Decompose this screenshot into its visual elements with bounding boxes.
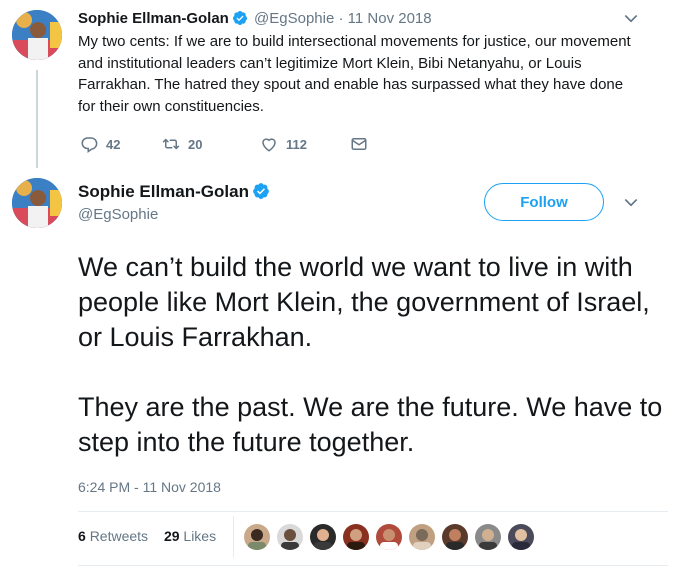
liker-avatar[interactable] [244, 524, 270, 550]
message-button[interactable] [350, 135, 376, 153]
like-icon [262, 138, 276, 152]
author-name-row: Sophie Ellman-Golan [78, 181, 272, 203]
like-count: 112 [286, 136, 307, 152]
reply-button[interactable]: 42 [80, 135, 120, 153]
tweet-stats: 6 Retweets 29 Likes [78, 528, 228, 544]
liker-avatar[interactable] [475, 524, 501, 550]
likes-stat[interactable]: 29 Likes [164, 528, 216, 544]
tweet-timestamp[interactable]: 6:24 PM - 11 Nov 2018 [78, 479, 221, 495]
liker-avatar[interactable] [277, 524, 303, 550]
like-button[interactable]: 112 [260, 135, 307, 153]
verified-icon [253, 183, 269, 199]
author-name[interactable]: Sophie Ellman-Golan [78, 10, 229, 27]
retweet-icon [162, 138, 180, 150]
liker-avatar[interactable] [442, 524, 468, 550]
avatar[interactable] [12, 10, 62, 60]
retweet-button[interactable]: 20 [162, 135, 202, 153]
tweet-text: We can’t build the world we want to live… [78, 250, 668, 460]
author-handle[interactable]: @EgSophie [78, 206, 158, 223]
message-icon [351, 138, 367, 150]
tweet-paragraph: We can’t build the world we want to live… [78, 252, 650, 352]
retweet-count: 6 [78, 528, 86, 544]
chevron-down-icon[interactable] [622, 10, 640, 28]
tweet-date[interactable]: 11 Nov 2018 [348, 10, 432, 27]
verified-icon [232, 11, 247, 25]
chevron-down-icon[interactable] [622, 194, 640, 212]
liker-avatar[interactable] [343, 524, 369, 550]
like-count: 29 [163, 528, 180, 544]
avatar[interactable] [12, 178, 62, 228]
retweets-stat[interactable]: 6 Retweets [78, 528, 148, 544]
liker-avatars [244, 524, 541, 550]
liker-avatar[interactable] [409, 524, 435, 550]
follow-button[interactable]: Follow [484, 183, 604, 221]
stats-separator [233, 516, 234, 558]
likes-label: Likes [183, 528, 217, 544]
liker-avatar[interactable] [508, 524, 534, 550]
reply-count: 42 [106, 136, 121, 152]
author-handle[interactable]: @EgSophie [254, 10, 334, 27]
liker-avatar[interactable] [376, 524, 402, 550]
separator: · [338, 10, 344, 27]
liker-avatar[interactable] [310, 524, 336, 550]
tweet-header: Sophie Ellman-Golan @EgSophie · 11 Nov 2… [78, 9, 432, 29]
divider [78, 565, 668, 566]
retweet-count: 20 [188, 136, 203, 152]
retweets-label: Retweets [89, 528, 149, 544]
reply-icon [81, 137, 98, 153]
divider [78, 511, 668, 512]
tweet-paragraph: They are the past. We are the future. We… [78, 392, 663, 457]
author-name[interactable]: Sophie Ellman-Golan [78, 182, 249, 201]
tweet-text: My two cents: If we are to build interse… [78, 33, 631, 115]
thread-line [36, 70, 38, 168]
